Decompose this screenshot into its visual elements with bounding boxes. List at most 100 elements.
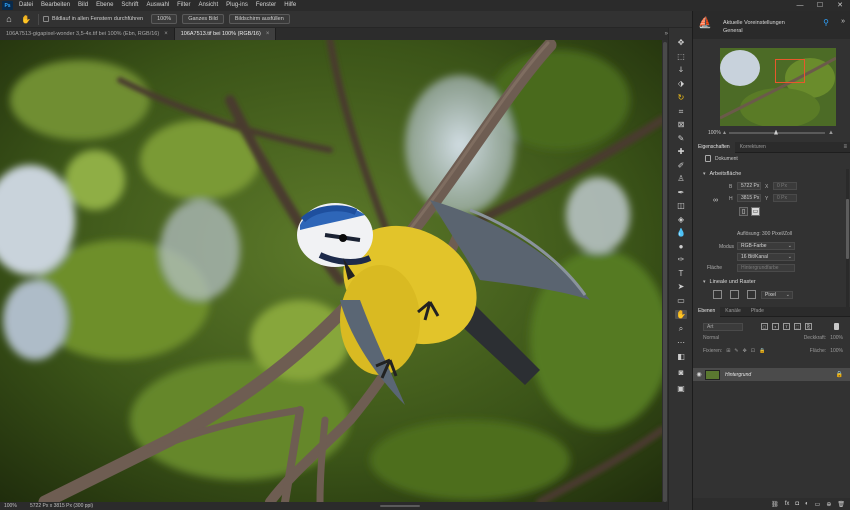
path-selection-tool-icon[interactable]: ➤ <box>675 282 687 291</box>
document-info[interactable]: 5722 Px x 3815 Px (300 ppi) <box>28 503 93 509</box>
blend-mode[interactable]: Normal <box>703 335 719 341</box>
tab-channels[interactable]: Kanäle <box>720 306 746 317</box>
lock-pixels-icon[interactable]: ⊞ <box>726 348 730 354</box>
lasso-tool-icon[interactable]: ↆ <box>675 65 687 74</box>
panel-menu-icon[interactable]: ≡ <box>843 144 847 150</box>
minimize-button[interactable]: — <box>790 0 810 11</box>
tab-adjustments[interactable]: Korrekturen <box>735 142 771 153</box>
ruler-icon[interactable] <box>713 290 722 299</box>
menu-filter[interactable]: Filter <box>173 0 194 11</box>
zoom-slider-knob[interactable] <box>774 129 779 135</box>
lock-all-icon[interactable]: 🔒 <box>759 348 765 354</box>
filter-pixel-icon[interactable]: ▢ <box>761 323 768 330</box>
tab-paths[interactable]: Pfade <box>746 306 769 317</box>
menu-bearbeiten[interactable]: Bearbeiten <box>37 0 74 11</box>
properties-scrollbar[interactable] <box>846 169 849 309</box>
bit-depth-select[interactable]: 16 Bit/Kanal ⌄ <box>737 253 795 261</box>
eraser-tool-icon[interactable]: ◫ <box>675 201 687 210</box>
navigator-zoom-slider[interactable] <box>729 129 826 135</box>
units-select[interactable]: Pixel ⌄ <box>761 291 793 299</box>
more-tools-icon[interactable]: ⋯ <box>675 338 687 347</box>
scrollbar-thumb[interactable] <box>846 199 849 259</box>
menu-ebene[interactable]: Ebene <box>92 0 117 11</box>
paint-bucket-tool-icon[interactable]: ◈ <box>675 215 687 224</box>
adjustment-layer-icon[interactable]: ◐ <box>805 501 809 507</box>
tab-active-document[interactable]: 106A7513.tif bei 100% (RGB/16) × <box>174 28 277 40</box>
close-tab-icon[interactable]: × <box>164 31 168 37</box>
menu-fenster[interactable]: Fenster <box>252 0 280 11</box>
portrait-orientation-icon[interactable]: ▯ <box>739 207 748 216</box>
blur-tool-icon[interactable]: 💧 <box>675 228 687 237</box>
width-field[interactable]: 5722 Px <box>737 182 761 190</box>
frame-tool-icon[interactable]: ⊠ <box>675 120 687 129</box>
tab-properties[interactable]: Eigenschaften <box>693 141 735 153</box>
clone-stamp-tool-icon[interactable]: ♙ <box>675 174 687 183</box>
menu-bild[interactable]: Bild <box>74 0 92 11</box>
horizontal-scrollbar[interactable] <box>380 505 420 507</box>
layer-style-icon[interactable]: fx <box>785 501 790 507</box>
navigator-thumbnail[interactable] <box>720 48 836 126</box>
guides-icon[interactable] <box>747 290 756 299</box>
dodge-tool-icon[interactable]: ● <box>675 242 687 251</box>
close-tab-icon[interactable]: × <box>266 31 270 37</box>
marquee-tool-icon[interactable]: ⬚ <box>675 52 687 61</box>
canvas-section-header[interactable]: ▾ Arbeitsfläche <box>703 171 741 177</box>
tab-gigapixel-document[interactable]: 106A7513-gigapixel-wonder 3,5-4x.tif bei… <box>0 28 175 40</box>
color-swatches-icon[interactable]: ◧ <box>675 352 687 361</box>
document-canvas[interactable] <box>0 40 662 502</box>
fill-screen-button[interactable]: Bildschirm ausfüllen <box>228 14 290 24</box>
filter-smart-icon[interactable]: ⎘ <box>805 323 812 330</box>
checkbox-box[interactable] <box>43 16 49 22</box>
hand-tool-preset-icon[interactable]: ✋ <box>18 15 34 24</box>
layer-name[interactable]: Hintergrund <box>725 372 751 378</box>
menu-hilfe[interactable]: Hilfe <box>280 0 300 11</box>
filter-toggle[interactable] <box>834 323 839 330</box>
healing-brush-tool-icon[interactable]: ✚ <box>675 147 687 156</box>
visibility-eye-icon[interactable]: ◉ <box>693 371 705 378</box>
menu-schrift[interactable]: Schrift <box>117 0 142 11</box>
x-field[interactable]: 0 Px <box>773 182 797 190</box>
quick-mask-icon[interactable]: ◙ <box>675 368 687 377</box>
history-brush-tool-icon[interactable]: ✒ <box>675 188 687 197</box>
zoom-100-button[interactable]: 100% <box>151 14 178 24</box>
grid-icon[interactable] <box>730 290 739 299</box>
navigator-view-frame[interactable] <box>775 59 805 83</box>
lock-move-icon[interactable]: ✥ <box>743 348 747 354</box>
home-icon[interactable]: ⌂ <box>0 11 18 28</box>
pen-tool-icon[interactable]: ✑ <box>675 255 687 264</box>
hand-tool-icon[interactable]: ✋ <box>675 310 687 319</box>
scroll-all-windows-checkbox[interactable]: Bildlauf in allen Fenstern durchführen <box>43 16 143 22</box>
close-button[interactable]: ✕ <box>830 0 850 11</box>
screen-mode-icon[interactable]: ▣ <box>675 384 687 393</box>
maximize-button[interactable]: ☐ <box>810 0 830 11</box>
crop-tool-icon[interactable]: ⌗ <box>675 107 687 116</box>
scrollbar-thumb[interactable] <box>663 42 667 502</box>
tab-layers[interactable]: Ebenen <box>693 306 721 317</box>
object-selection-tool-icon[interactable]: ⬗ <box>675 79 687 88</box>
zoom-level[interactable]: 100% <box>0 503 28 509</box>
new-layer-icon[interactable]: ⊕ <box>826 501 831 508</box>
layer-row-background[interactable]: ◉ Hintergrund 🔒 <box>693 368 850 381</box>
zoom-in-icon[interactable]: ▲ <box>828 130 834 136</box>
add-mask-icon[interactable]: ◘ <box>795 501 799 507</box>
mode-select[interactable]: RGB-Farbe ⌄ <box>737 242 795 250</box>
fit-screen-button[interactable]: Ganzes Bild <box>182 14 224 24</box>
search-icon[interactable]: ⚲ <box>823 18 829 27</box>
rulers-section-header[interactable]: ▾ Lineale und Raster <box>703 279 756 285</box>
link-icon[interactable]: ∞ <box>713 197 718 204</box>
opacity-value[interactable]: 100% <box>830 335 843 341</box>
height-field[interactable]: 3815 Px <box>737 194 761 202</box>
delete-layer-icon[interactable]: 🗑 <box>837 501 845 508</box>
menu-datei[interactable]: Datei <box>15 0 37 11</box>
lock-paint-icon[interactable]: ✎ <box>734 348 738 354</box>
fill-select[interactable]: Hintergrundfarbe <box>737 264 795 272</box>
lock-icon[interactable]: 🔒 <box>836 371 843 378</box>
rectangle-tool-icon[interactable]: ▭ <box>675 296 687 305</box>
layer-kind-filter[interactable]: Art <box>703 322 743 331</box>
y-field[interactable]: 0 Px <box>773 194 797 202</box>
menu-ansicht[interactable]: Ansicht <box>194 0 222 11</box>
workspace-icon[interactable]: ⛵ <box>698 16 716 32</box>
navigator-zoom-value[interactable]: 100% <box>693 130 723 136</box>
new-group-icon[interactable]: ▭ <box>815 501 821 508</box>
lock-artboard-icon[interactable]: ⊡ <box>751 348 755 354</box>
